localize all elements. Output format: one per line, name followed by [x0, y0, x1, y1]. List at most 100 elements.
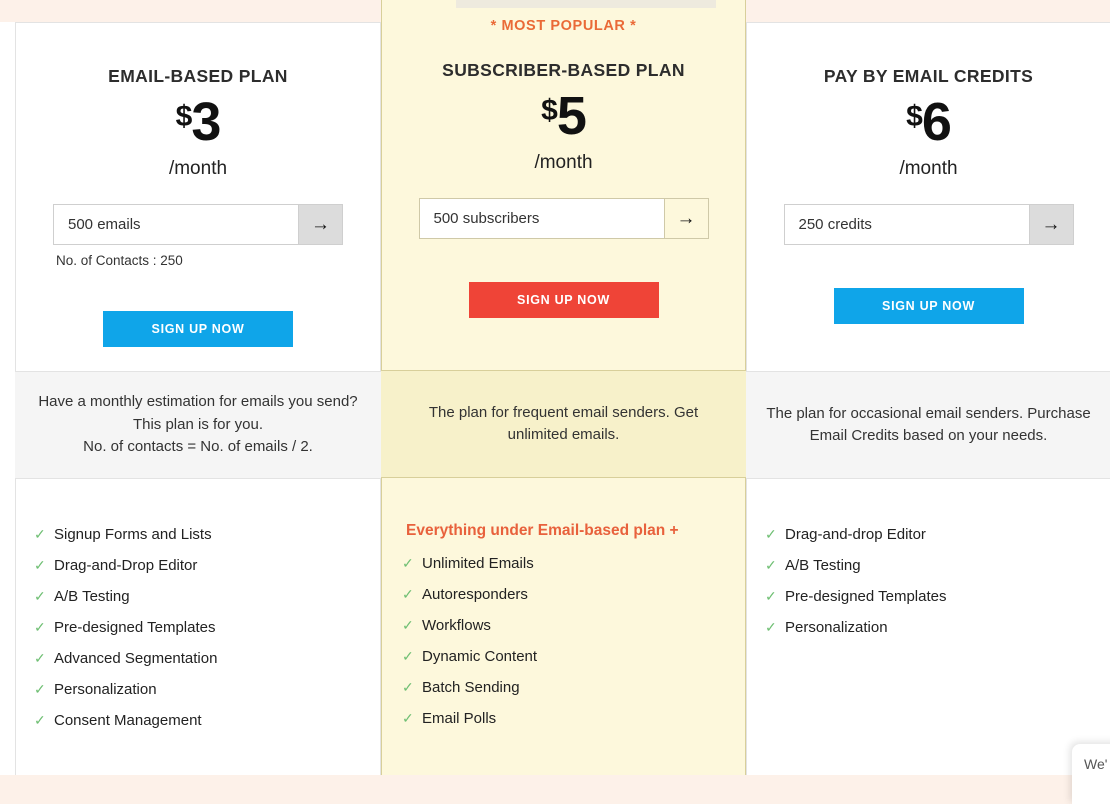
sign-up-button[interactable]: SIGN UP NOW	[468, 282, 659, 318]
check-icon: ✓	[402, 617, 414, 633]
feature-label: Unlimited Emails	[422, 555, 534, 572]
price-period: /month	[899, 158, 958, 179]
plan-header-subscriber-based: * MOST POPULAR * SUBSCRIBER-BASED PLAN $…	[382, 0, 745, 174]
price-amount: 5	[556, 86, 587, 146]
quantity-input[interactable]	[784, 205, 1029, 244]
plan-description-text: The plan for occasional email senders. P…	[766, 404, 1091, 445]
arrow-right-icon[interactable]: →	[663, 199, 708, 238]
price-period: /month	[534, 152, 593, 173]
price-currency-symbol: $	[541, 94, 558, 127]
contacts-note: No. of Contacts : 250	[56, 253, 183, 268]
most-popular-badge: * MOST POPULAR *	[490, 18, 637, 34]
quantity-selector[interactable]: →	[783, 204, 1074, 245]
feature-item: ✓ Email Polls	[402, 710, 745, 728]
chat-widget[interactable]: We'	[1072, 744, 1110, 804]
check-icon: ✓	[402, 710, 414, 726]
arrow-right-icon[interactable]: →	[298, 205, 342, 244]
feature-list: ✓ Drag-and-drop Editor ✓ A/B Testing ✓ P…	[747, 501, 1110, 651]
check-icon: ✓	[765, 526, 777, 542]
feature-item: ✓ A/B Testing	[765, 557, 1110, 575]
sign-up-button[interactable]: SIGN UP NOW	[103, 311, 293, 347]
feature-items: ✓ Unlimited Emails ✓ Autoresponders ✓ Wo…	[402, 555, 745, 728]
feature-label: Batch Sending	[422, 679, 520, 696]
feature-label: Personalization	[54, 681, 157, 698]
price-currency-symbol: $	[175, 100, 193, 133]
plan-price: $6	[747, 95, 1110, 149]
price-amount: 3	[191, 92, 221, 152]
plan-description-text: Have a monthly estimation for emails you…	[38, 393, 358, 456]
feature-list: ✓ Signup Forms and Lists ✓ Drag-and-Drop…	[16, 501, 380, 744]
check-icon: ✓	[34, 619, 46, 635]
feature-item: ✓ Workflows	[402, 617, 745, 635]
check-icon: ✓	[765, 588, 777, 604]
feature-item: ✓ Consent Management	[34, 712, 380, 730]
plan-description: The plan for frequent email senders. Get…	[381, 370, 746, 478]
feature-label: Pre-designed Templates	[785, 588, 947, 605]
check-icon: ✓	[402, 679, 414, 695]
quantity-selector[interactable]: →	[53, 204, 343, 245]
quantity-selector[interactable]: →	[418, 198, 709, 239]
feature-label: Consent Management	[54, 712, 202, 729]
quantity-input[interactable]	[419, 199, 664, 238]
feature-list: Everything under Email-based plan + ✓ Un…	[382, 500, 745, 742]
quantity-input[interactable]	[54, 205, 298, 244]
check-icon: ✓	[765, 619, 777, 635]
feature-label: A/B Testing	[785, 557, 861, 574]
check-icon: ✓	[402, 555, 414, 571]
plan-price: $5	[382, 89, 745, 143]
feature-list-heading: Everything under Email-based plan +	[406, 522, 679, 539]
feature-label: Signup Forms and Lists	[54, 526, 212, 543]
feature-label: A/B Testing	[54, 588, 130, 605]
chat-widget-text: We'	[1084, 756, 1108, 772]
feature-label: Advanced Segmentation	[54, 650, 218, 667]
feature-item: ✓ Pre-designed Templates	[765, 588, 1110, 606]
check-icon: ✓	[402, 648, 414, 664]
feature-item: ✓ Signup Forms and Lists	[34, 526, 380, 544]
check-icon: ✓	[34, 650, 46, 666]
sign-up-button[interactable]: SIGN UP NOW	[833, 288, 1024, 324]
feature-label: Email Polls	[422, 710, 497, 727]
plan-title: SUBSCRIBER-BASED PLAN	[442, 60, 685, 80]
arrow-right-icon[interactable]: →	[1028, 205, 1073, 244]
check-icon: ✓	[34, 526, 46, 542]
check-icon: ✓	[402, 586, 414, 602]
check-icon: ✓	[34, 712, 46, 728]
feature-label: Pre-designed Templates	[54, 619, 216, 636]
feature-label: Personalization	[785, 619, 888, 636]
feature-item: ✓ Drag-and-Drop Editor	[34, 557, 380, 575]
check-icon: ✓	[34, 588, 46, 604]
feature-item: ✓ Dynamic Content	[402, 648, 745, 666]
plan-card-email-credits[interactable]: PAY BY EMAIL CREDITS $6 /month → SIGN UP…	[746, 22, 1110, 775]
plan-title: PAY BY EMAIL CREDITS	[823, 66, 1034, 86]
plan-header-email-based: EMAIL-BASED PLAN $3 /month	[16, 23, 380, 180]
feature-item: ✓ Drag-and-drop Editor	[765, 526, 1110, 544]
feature-item: ✓ A/B Testing	[34, 588, 380, 606]
plan-title: EMAIL-BASED PLAN	[108, 66, 288, 86]
price-period: /month	[168, 158, 228, 179]
pricing-plan-columns: EMAIL-BASED PLAN $3 /month → No. of Cont…	[0, 0, 1110, 775]
plan-description-text: The plan for frequent email senders. Get…	[428, 403, 699, 444]
check-icon: ✓	[34, 681, 46, 697]
feature-label: Workflows	[422, 617, 491, 634]
feature-item: ✓ Personalization	[765, 619, 1110, 637]
pricing-page: EMAIL-BASED PLAN $3 /month → No. of Cont…	[0, 0, 1110, 804]
plan-card-email-based[interactable]: EMAIL-BASED PLAN $3 /month → No. of Cont…	[15, 22, 381, 775]
plan-price: $3	[16, 95, 380, 149]
feature-item: ✓ Personalization	[34, 681, 380, 699]
plan-description: The plan for occasional email senders. P…	[746, 371, 1110, 479]
feature-label: Dynamic Content	[422, 648, 538, 665]
feature-item: ✓ Batch Sending	[402, 679, 745, 697]
feature-item: ✓ Pre-designed Templates	[34, 619, 380, 637]
feature-item: ✓ Advanced Segmentation	[34, 650, 380, 668]
price-currency-symbol: $	[906, 100, 923, 133]
feature-label: Drag-and-Drop Editor	[54, 557, 198, 574]
check-icon: ✓	[765, 557, 777, 573]
feature-item: ✓ Unlimited Emails	[402, 555, 745, 573]
plan-header-email-credits: PAY BY EMAIL CREDITS $6 /month	[747, 23, 1110, 180]
feature-label: Drag-and-drop Editor	[785, 526, 926, 543]
plan-card-subscriber-based[interactable]: * MOST POPULAR * SUBSCRIBER-BASED PLAN $…	[381, 0, 746, 775]
check-icon: ✓	[34, 557, 46, 573]
feature-item: ✓ Autoresponders	[402, 586, 745, 604]
feature-label: Autoresponders	[422, 586, 528, 603]
price-amount: 6	[921, 92, 952, 152]
